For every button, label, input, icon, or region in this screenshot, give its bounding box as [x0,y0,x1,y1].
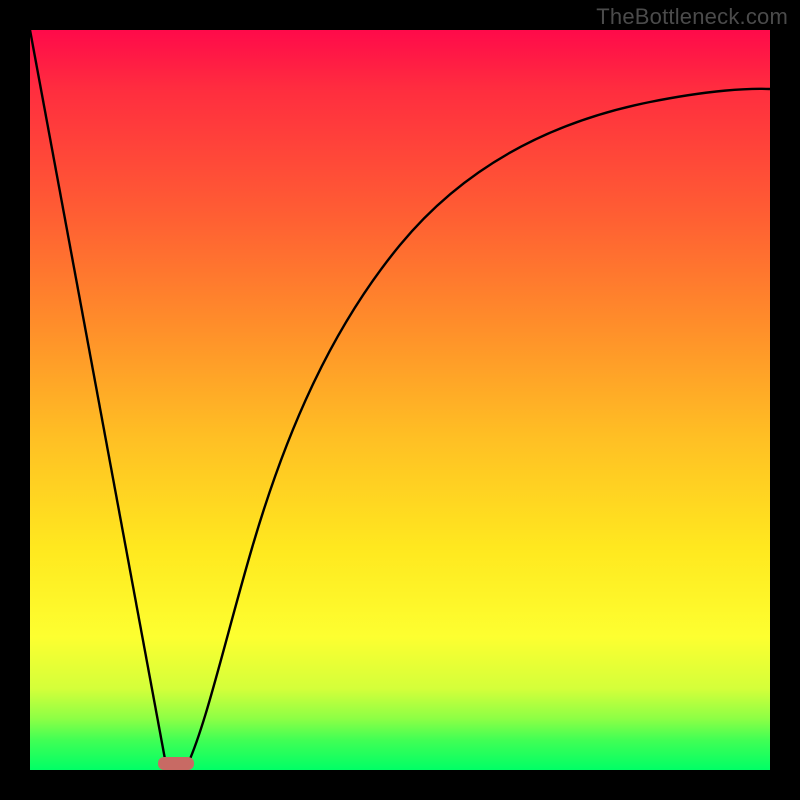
valley-marker [158,757,194,770]
curve-right-leg [185,89,770,770]
curve-left-leg [30,30,167,770]
chart-frame: TheBottleneck.com [0,0,800,800]
plot-area [30,30,770,770]
bottleneck-curve [30,30,770,770]
watermark-text: TheBottleneck.com [596,4,788,30]
